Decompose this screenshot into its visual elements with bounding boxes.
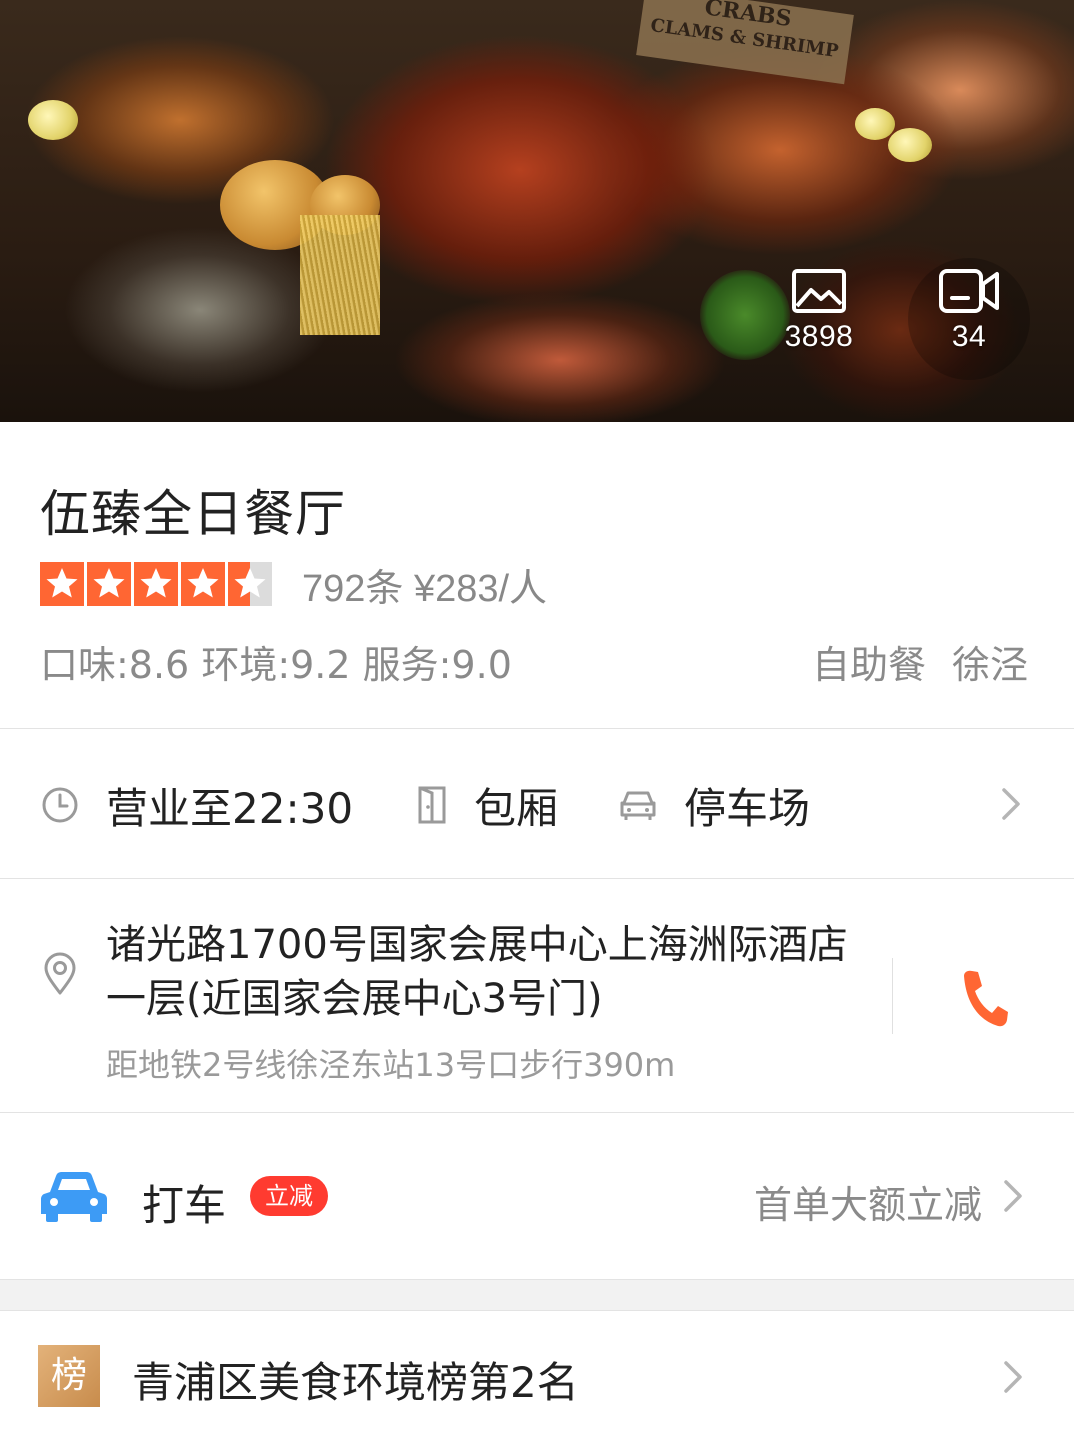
- divider: [0, 1112, 1074, 1113]
- video-gallery-button[interactable]: 34: [919, 268, 1019, 378]
- ranking-row[interactable]: 榜 青浦区美食环境榜第2名: [0, 1311, 1074, 1433]
- divider: [0, 878, 1074, 879]
- star-icon: [181, 562, 225, 606]
- photo-count: 3898: [784, 320, 854, 353]
- door-icon: [418, 786, 446, 824]
- tag-area[interactable]: 徐泾: [952, 634, 1028, 689]
- section-gap: [0, 1279, 1074, 1311]
- phone-icon[interactable]: [958, 968, 1010, 1028]
- chevron-right-icon: [1002, 788, 1020, 820]
- restaurant-name: 伍臻全日餐厅: [40, 485, 346, 543]
- star-rating: [40, 562, 272, 606]
- taxi-label: 打车: [142, 1181, 227, 1230]
- hours-label: 营业至22:30: [106, 783, 354, 833]
- star-icon: [228, 562, 272, 606]
- rating-row[interactable]: 792条 ¥283/人: [40, 562, 547, 610]
- taxi-row[interactable]: 打车 立减 首单大额立减: [0, 1114, 1074, 1278]
- address-text[interactable]: 诸光路1700号国家会展中心上海洲际酒店一层(近国家会展中心3号门): [106, 918, 866, 1026]
- review-count-price: 792条 ¥283/人: [302, 567, 548, 610]
- photo-gallery-button[interactable]: 3898: [769, 268, 869, 378]
- hero-pasta: [300, 215, 380, 335]
- image-icon: [792, 269, 846, 313]
- parking: 停车场: [618, 780, 810, 833]
- ranking-label: 青浦区美食环境榜第2名: [132, 1358, 579, 1407]
- video-count: 34: [951, 320, 987, 353]
- location-pin-icon: [44, 952, 76, 995]
- discount-badge: 立减: [250, 1176, 328, 1216]
- sub-scores: 口味:8.6 环境:9.2 服务:9.0: [40, 643, 512, 687]
- parking-label: 停车场: [684, 783, 811, 833]
- divider: [0, 728, 1074, 729]
- hero-crate-sign: CRABS CLAMS & SHRIMP: [636, 0, 854, 85]
- metro-distance: 距地铁2号线徐泾东站13号口步行390m: [106, 1046, 676, 1084]
- hero-lemon: [28, 100, 78, 140]
- vertical-separator: [892, 958, 893, 1034]
- hero-lemon: [855, 108, 895, 140]
- private-room-label: 包厢: [474, 783, 559, 833]
- business-hours: 营业至22:30: [40, 780, 353, 833]
- address-block[interactable]: 诸光路1700号国家会展中心上海洲际酒店一层(近国家会展中心3号门) 距地铁2号…: [0, 880, 1074, 1112]
- facilities-row[interactable]: 营业至22:30 包厢 停车场: [0, 730, 1074, 878]
- tag-category[interactable]: 自助餐: [812, 634, 926, 689]
- clock-icon: [42, 787, 78, 823]
- star-icon: [40, 562, 84, 606]
- star-icon: [134, 562, 178, 606]
- hero-lemon: [888, 128, 932, 162]
- video-camera-icon: [939, 269, 999, 313]
- star-icon: [87, 562, 131, 606]
- chevron-right-icon: [1004, 1361, 1022, 1393]
- car-icon: [620, 791, 656, 820]
- taxi-car-icon: [41, 1172, 107, 1222]
- ranking-badge-icon: 榜: [38, 1345, 100, 1407]
- hero-photo[interactable]: CRABS CLAMS & SHRIMP 3898 34: [0, 0, 1074, 422]
- private-room: 包厢: [416, 780, 558, 833]
- chevron-right-icon: [1004, 1180, 1022, 1212]
- taxi-promo-text: 首单大额立减: [753, 1183, 982, 1227]
- tags: 自助餐 徐泾: [812, 634, 1028, 689]
